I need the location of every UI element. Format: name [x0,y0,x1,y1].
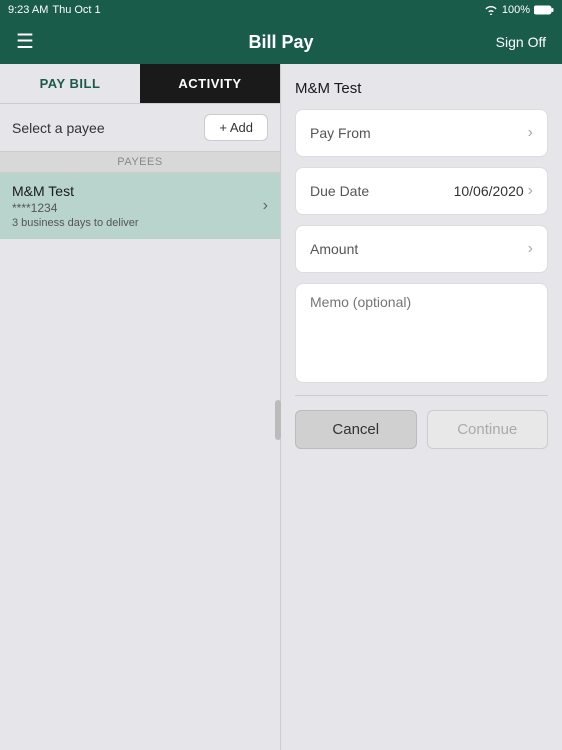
select-payee-row: Select a payee + Add [0,104,280,151]
action-buttons: Cancel Continue [295,410,548,449]
menu-button[interactable]: ☰ [16,32,34,52]
amount-label: Amount [310,241,358,257]
sign-off-button[interactable]: Sign Off [496,34,546,50]
tab-activity[interactable]: ACTIVITY [140,64,280,103]
divider [295,395,548,396]
due-date-chevron-icon: › [528,182,533,200]
right-panel: M&M Test Pay From › Due Date 10/06/2020 … [281,64,562,750]
due-date-row[interactable]: Due Date 10/06/2020 › [295,167,548,215]
main-layout: PAY BILL ACTIVITY Select a payee + Add P… [0,64,562,750]
pay-from-row[interactable]: Pay From › [295,109,548,157]
battery-percentage: 100% [502,4,530,16]
continue-button[interactable]: Continue [427,410,549,449]
payee-account: ****1234 [12,201,139,215]
status-bar: 9:23 AM Thu Oct 1 100% [0,0,562,20]
payee-delivery: 3 business days to deliver [12,217,139,229]
payee-name: M&M Test [12,183,139,199]
tab-bar: PAY BILL ACTIVITY [0,64,280,104]
amount-chevron-icon: › [528,240,533,258]
app-title: Bill Pay [248,32,313,53]
payee-list-item[interactable]: M&M Test ****1234 3 business days to del… [0,173,280,239]
payee-info: M&M Test ****1234 3 business days to del… [12,183,139,229]
payees-section-header: PAYEES [0,151,280,173]
add-payee-button[interactable]: + Add [204,114,268,141]
status-time: 9:23 AM [8,4,48,16]
memo-input[interactable] [310,294,533,372]
app-header: ☰ Bill Pay Sign Off [0,20,562,64]
pay-from-chevron-icon: › [528,124,533,142]
due-date-label: Due Date [310,183,369,199]
payee-chevron-icon: › [263,197,268,215]
due-date-value-group: 10/06/2020 › [454,182,533,200]
scroll-indicator [275,400,281,440]
battery-icon [534,5,554,15]
wifi-icon [484,5,498,15]
cancel-button[interactable]: Cancel [295,410,417,449]
status-left: 9:23 AM Thu Oct 1 [8,4,101,16]
select-payee-label: Select a payee [12,120,105,136]
pay-from-label: Pay From [310,125,371,141]
tab-pay-bill[interactable]: PAY BILL [0,64,140,103]
status-right: 100% [484,4,554,16]
left-panel: PAY BILL ACTIVITY Select a payee + Add P… [0,64,281,750]
selected-payee-title: M&M Test [295,80,548,97]
amount-row[interactable]: Amount › [295,225,548,273]
memo-box[interactable] [295,283,548,383]
due-date-value: 10/06/2020 [454,183,524,199]
status-day: Thu Oct 1 [52,4,100,16]
